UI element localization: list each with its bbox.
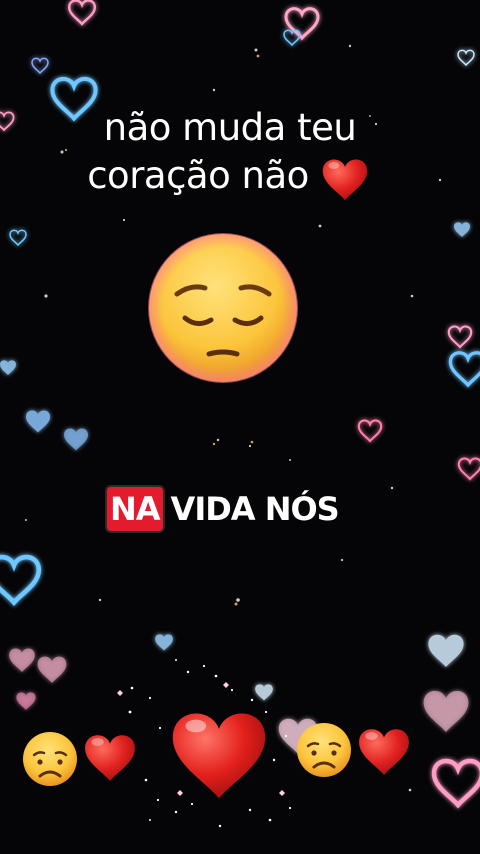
caption-line-2-wrap: coração não [40, 152, 420, 203]
red-heart-icon [359, 729, 409, 775]
red-heart-icon [85, 735, 135, 781]
subtitle: NA VIDA NÓS [107, 484, 340, 534]
red-heart-icon [322, 158, 367, 200]
disappointed-face-icon [297, 723, 351, 777]
pensive-face-icon [148, 233, 298, 383]
caption-line-2: coração não [87, 154, 309, 197]
disappointed-face-icon [23, 732, 77, 786]
big-red-heart-icon [172, 713, 266, 799]
subtitle-highlight: NA [107, 487, 163, 531]
video-frame: não muda teu coração não NA VIDA NÓS [0, 0, 480, 854]
subtitle-rest: VIDA NÓS [170, 490, 340, 528]
caption-line-1: não muda teu [103, 106, 357, 149]
caption-text: não muda teu coração não [40, 104, 420, 203]
